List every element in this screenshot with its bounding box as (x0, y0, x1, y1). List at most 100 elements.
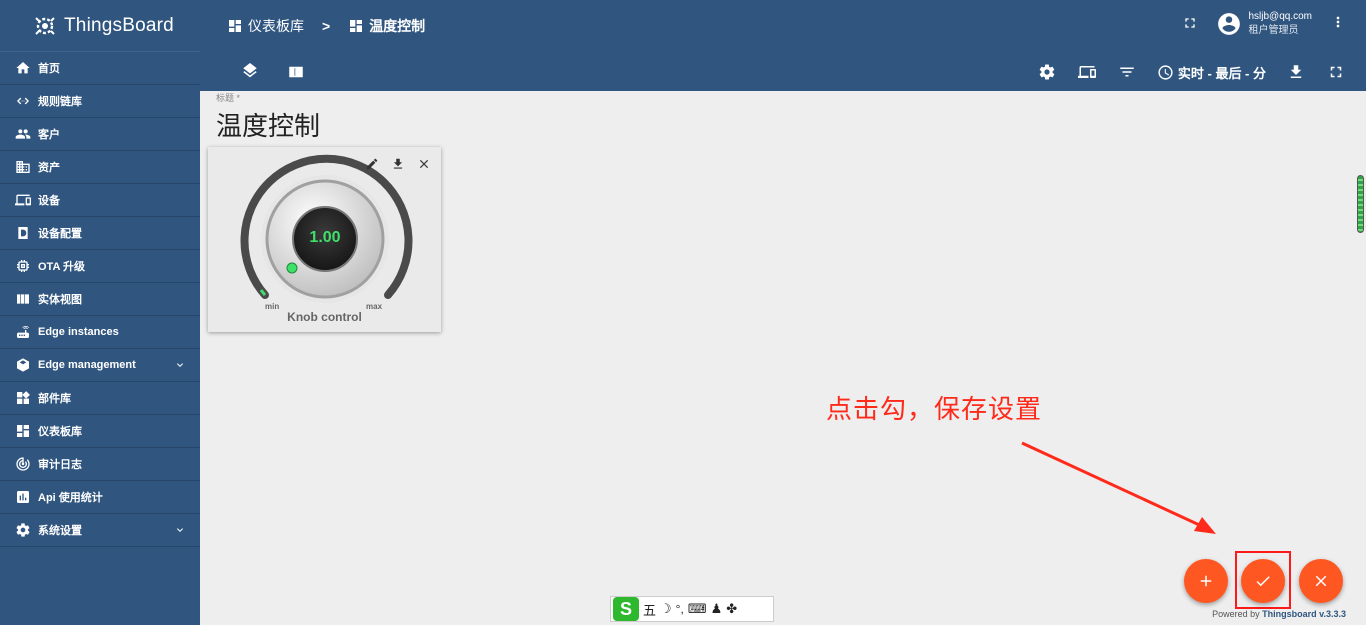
router-icon (14, 323, 32, 341)
edit-icon[interactable] (365, 157, 379, 171)
clock-icon (1158, 64, 1173, 80)
close-icon (1315, 575, 1327, 587)
breadcrumb: 仪表板库 > 温度控制 (227, 16, 425, 36)
widgets-icon (14, 389, 32, 407)
sidebar-item-label: 客户 (38, 129, 60, 141)
knob-control-widget[interactable]: 1.00 min max Knob control (208, 147, 441, 332)
sidebar-item-widgets-library[interactable]: 部件库 (0, 382, 200, 415)
gear-icon (14, 521, 32, 539)
fullscreen-icon[interactable] (1326, 62, 1346, 82)
powered-version: v.3.3.3 (1319, 609, 1346, 619)
powered-brand[interactable]: Thingsboard (1262, 609, 1317, 619)
widget-actions (365, 157, 431, 171)
account-circle-icon[interactable] (1216, 11, 1242, 37)
powered-prefix: Powered by (1212, 609, 1260, 619)
dashboard-toolbar-right: 实时 - 最后 - 分 (1037, 62, 1346, 82)
sidebar-item-devices[interactable]: 设备 (0, 184, 200, 217)
scrollbar-thumb[interactable] (1357, 175, 1364, 233)
sidebar-item-system-settings[interactable]: 系统设置 (0, 514, 200, 547)
insert-chart-icon (14, 488, 32, 506)
add-widget-button[interactable] (1184, 559, 1228, 603)
sidebar-item-label: 首页 (38, 63, 60, 75)
home-icon (14, 59, 32, 77)
breadcrumb-separator: > (322, 18, 331, 34)
sidebar-item-label: 资产 (38, 162, 60, 174)
sidebar-item-label: OTA 升级 (38, 261, 86, 273)
download-icon[interactable] (1286, 62, 1306, 82)
sidebar-item-rule-chains[interactable]: 规则链库 (0, 85, 200, 118)
ime-logo[interactable]: S (613, 597, 639, 621)
chevron-down-icon[interactable] (174, 524, 186, 536)
top-bar: 仪表板库 > 温度控制 hsljb@qq.com 租户管理员 实时 - 最后 -… (200, 0, 1366, 91)
person-icon[interactable]: ♟ (711, 601, 723, 617)
sidebar-item-dashboards[interactable]: 仪表板库 (0, 415, 200, 448)
sidebar-item-label: 设备配置 (38, 228, 82, 240)
sidebar-item-device-profiles[interactable]: 设备配置 (0, 217, 200, 250)
dashboard-icon (229, 20, 241, 32)
sidebar-item-customers[interactable]: 客户 (0, 118, 200, 151)
sidebar-item-entity-views[interactable]: 实体视图 (0, 283, 200, 316)
breadcrumb-current-label: 温度控制 (369, 18, 426, 34)
sidebar-item-assets[interactable]: 资产 (0, 151, 200, 184)
download-icon[interactable] (391, 157, 405, 171)
breadcrumb-dashboards[interactable]: 仪表板库 (227, 16, 304, 36)
layouts-icon[interactable] (286, 62, 306, 82)
sidebar-item-label: 审计日志 (38, 459, 82, 471)
devices-icon (14, 191, 32, 209)
sidebar-item-label: 规则链库 (38, 96, 82, 108)
timewindow-label: 实时 - 最后 - 分 (1177, 65, 1266, 81)
sidebar-item-label: 部件库 (38, 393, 71, 405)
powered-by: Powered by Thingsboard v.3.3.3 (1212, 609, 1346, 619)
dashboard-icon (14, 422, 32, 440)
filter-icon[interactable] (1117, 62, 1137, 82)
view-quilt-icon (14, 290, 32, 308)
settings-icon[interactable] (1037, 62, 1057, 82)
timewindow-button[interactable]: 实时 - 最后 - 分 (1157, 63, 1266, 82)
user-info[interactable]: hsljb@qq.com 租户管理员 (1248, 10, 1312, 38)
chevron-down-icon[interactable] (174, 359, 186, 371)
sidebar-item-edge-management[interactable]: Edge management (0, 349, 200, 382)
title-field-label: 标题 * (216, 93, 241, 103)
dashboard-icon (350, 20, 363, 32)
entity-aliases-icon[interactable] (1077, 62, 1097, 82)
sidebar-item-label: Edge instances (38, 326, 119, 338)
people-icon (14, 125, 32, 143)
close-icon[interactable] (417, 157, 431, 171)
user-menu: hsljb@qq.com 租户管理员 (1182, 10, 1346, 38)
sidebar-item-api-usage[interactable]: Api 使用统计 (0, 481, 200, 514)
sidebar-item-home[interactable]: 首页 (0, 52, 200, 85)
more-vert-icon[interactable] (1330, 14, 1346, 35)
knob-value: 1.00 (309, 229, 341, 246)
breadcrumb-current: 温度控制 (348, 16, 425, 36)
keyboard-icon[interactable]: ⌨ (688, 601, 707, 617)
domain-icon (14, 158, 32, 176)
sidebar-item-label: Edge management (38, 359, 136, 371)
moon-icon[interactable]: ☽ (660, 601, 672, 617)
sidebar-item-ota-updates[interactable]: OTA 升级 (0, 250, 200, 283)
plus-icon (1200, 575, 1212, 587)
ime-toolbar: S 五 ☽ °, ⌨ ♟ ✤ (610, 596, 774, 622)
memory-chip-icon (14, 257, 32, 275)
sidebar-item-label: 实体视图 (38, 294, 82, 306)
sidebar: ThingsBoard 首页 规则链库 客户 资产 设备 设备配置 OTA 升级… (0, 0, 200, 625)
cancel-button[interactable] (1299, 559, 1343, 603)
sidebar-nav: 首页 规则链库 客户 资产 设备 设备配置 OTA 升级 实体视图 Edge i… (0, 52, 200, 547)
ime-mode[interactable]: 五 (643, 600, 656, 619)
sidebar-item-edge-instances[interactable]: Edge instances (0, 316, 200, 349)
grid-icon[interactable]: ✤ (726, 601, 737, 617)
app-name: ThingsBoard (64, 14, 174, 36)
app-logo[interactable]: ThingsBoard (0, 0, 200, 52)
sidebar-item-label: 设备 (38, 195, 60, 207)
check-icon (1256, 576, 1270, 587)
widget-title: Knob control (287, 310, 362, 324)
sidebar-item-label: 系统设置 (38, 525, 82, 537)
dashboard-title-input[interactable]: 温度控制 (216, 106, 320, 143)
ime-punctuation[interactable]: °, (676, 602, 684, 616)
thingsboard-logo-icon (35, 16, 55, 35)
save-button[interactable] (1241, 559, 1285, 603)
user-email: hsljb@qq.com (1248, 11, 1312, 22)
code-arrows-icon (14, 92, 32, 110)
layers-icon[interactable] (240, 62, 260, 82)
sidebar-item-audit-logs[interactable]: 审计日志 (0, 448, 200, 481)
fullscreen-icon[interactable] (1182, 15, 1200, 33)
